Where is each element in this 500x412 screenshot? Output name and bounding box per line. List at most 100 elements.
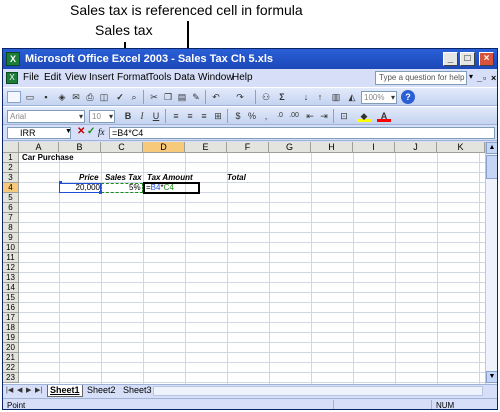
email-icon[interactable]: ✉ xyxy=(69,91,83,103)
help-search-input[interactable]: Type a question for help xyxy=(375,71,467,85)
formula-input[interactable]: =B4*C4 xyxy=(109,127,495,139)
horizontal-scrollbar[interactable] xyxy=(153,386,483,396)
row-header[interactable]: 14 xyxy=(3,283,19,293)
increase-decimal-icon[interactable]: .0 xyxy=(273,110,287,122)
menu-format[interactable]: Format xyxy=(117,72,149,83)
menu-data[interactable]: Data xyxy=(174,72,195,83)
tab-sheet1[interactable]: Sheet1 xyxy=(47,385,83,397)
tab-sheet3[interactable]: Sheet3 xyxy=(121,385,154,397)
print-icon[interactable]: ⎙ xyxy=(83,91,97,103)
menu-window[interactable]: Window xyxy=(198,72,234,83)
select-all-corner[interactable] xyxy=(3,142,19,153)
column-header-a[interactable]: A xyxy=(19,142,59,153)
row-header[interactable]: 12 xyxy=(3,263,19,273)
chevron-down-icon[interactable]: ▼ xyxy=(65,128,72,135)
cell-b4[interactable]: 20,000 xyxy=(75,183,100,193)
scroll-down-icon[interactable]: ▼ xyxy=(486,371,497,383)
decrease-indent-icon[interactable]: ⇤ xyxy=(303,110,317,122)
align-left-icon[interactable]: ≡ xyxy=(169,110,183,122)
worksheet-grid[interactable]: A B C D E F G H I J K 1 2 3 4 5 6 7 8 9 … xyxy=(3,142,485,384)
row-header[interactable]: 20 xyxy=(3,343,19,353)
hyperlink-icon[interactable]: ⚇ xyxy=(259,91,273,103)
next-sheet-icon[interactable]: ▶ xyxy=(26,386,31,394)
decrease-decimal-icon[interactable]: .00 xyxy=(287,110,301,122)
column-header-d[interactable]: D xyxy=(143,142,185,153)
column-header-j[interactable]: J xyxy=(395,142,437,153)
cell-e3[interactable]: Total xyxy=(227,173,246,183)
menu-edit[interactable]: Edit xyxy=(44,72,61,83)
cell-b3[interactable]: Price xyxy=(79,173,99,183)
row-header[interactable]: 13 xyxy=(3,273,19,283)
row-header[interactable]: 10 xyxy=(3,243,19,253)
fill-handle[interactable] xyxy=(59,181,62,184)
drawing-icon[interactable]: ◭ xyxy=(345,91,359,103)
row-header[interactable]: 7 xyxy=(3,213,19,223)
row-header[interactable]: 3 xyxy=(3,173,19,183)
cut-icon[interactable]: ✂ xyxy=(147,91,161,103)
cell-c3[interactable]: Sales Tax xyxy=(105,173,142,183)
row-header[interactable]: 19 xyxy=(3,333,19,343)
center-icon[interactable]: ≡ xyxy=(183,110,197,122)
column-header-i[interactable]: I xyxy=(353,142,395,153)
spelling-icon[interactable]: ✓ xyxy=(113,91,127,103)
column-header-k[interactable]: K xyxy=(437,142,485,153)
font-color-icon[interactable]: A xyxy=(377,110,391,122)
menu-view[interactable]: View xyxy=(65,72,87,83)
cancel-icon[interactable]: ✕ xyxy=(77,126,85,137)
close-button[interactable]: × xyxy=(479,52,494,66)
first-sheet-icon[interactable]: |◀ xyxy=(6,386,13,394)
row-header[interactable]: 6 xyxy=(3,203,19,213)
workbook-icon[interactable]: X xyxy=(6,72,18,84)
doc-close-button[interactable]: × xyxy=(491,73,496,83)
column-header-f[interactable]: F xyxy=(227,142,269,153)
menu-file[interactable]: File xyxy=(23,72,39,83)
menu-tools[interactable]: Tools xyxy=(148,72,171,83)
scroll-up-icon[interactable]: ▲ xyxy=(486,142,497,154)
doc-minimize-button[interactable]: _ xyxy=(477,73,482,83)
row-header[interactable]: 8 xyxy=(3,223,19,233)
font-name-combo[interactable]: Arial xyxy=(7,110,85,123)
open-icon[interactable]: ▭ xyxy=(23,91,37,103)
row-header[interactable]: 22 xyxy=(3,363,19,373)
save-icon[interactable]: ▪ xyxy=(39,91,53,103)
scroll-thumb[interactable] xyxy=(486,155,497,179)
sort-ascending-icon[interactable]: ↓ xyxy=(299,91,313,103)
print-preview-icon[interactable]: ◫ xyxy=(97,91,111,103)
column-header-g[interactable]: G xyxy=(269,142,311,153)
menu-insert[interactable]: Insert xyxy=(89,72,114,83)
italic-icon[interactable]: I xyxy=(135,110,149,122)
permission-icon[interactable]: ◈ xyxy=(55,91,69,103)
row-header[interactable]: 4 xyxy=(3,183,19,193)
borders-icon[interactable]: ⊡ xyxy=(337,110,351,122)
chart-wizard-icon[interactable]: ▥ xyxy=(329,91,343,103)
last-sheet-icon[interactable]: ▶| xyxy=(35,386,42,394)
row-header[interactable]: 18 xyxy=(3,323,19,333)
name-box[interactable]: IRR xyxy=(7,127,71,139)
redo-icon[interactable]: ↷ xyxy=(233,91,247,103)
percent-icon[interactable]: % xyxy=(245,110,259,122)
comma-icon[interactable]: , xyxy=(259,110,273,122)
cell-d4-formula[interactable]: =B4*C4 xyxy=(146,183,174,193)
paste-icon[interactable]: ▤ xyxy=(175,91,189,103)
doc-restore-button[interactable]: ▫ xyxy=(483,73,486,83)
row-header[interactable]: 17 xyxy=(3,313,19,323)
research-icon[interactable]: ⌕ xyxy=(127,91,141,103)
row-header[interactable]: 15 xyxy=(3,293,19,303)
new-icon[interactable] xyxy=(7,91,21,103)
column-header-e[interactable]: E xyxy=(185,142,227,153)
help-dropdown-icon[interactable]: ▾ xyxy=(469,72,473,81)
row-header[interactable]: 9 xyxy=(3,233,19,243)
row-header[interactable]: 11 xyxy=(3,253,19,263)
zoom-combo[interactable]: 100% xyxy=(361,91,397,104)
row-header[interactable]: 21 xyxy=(3,353,19,363)
currency-icon[interactable]: $ xyxy=(231,110,245,122)
font-size-combo[interactable]: 10 xyxy=(89,110,115,123)
bold-icon[interactable]: B xyxy=(121,110,135,122)
maximize-button[interactable]: □ xyxy=(460,52,475,66)
column-header-h[interactable]: H xyxy=(311,142,353,153)
sort-descending-icon[interactable]: ↑ xyxy=(313,91,327,103)
format-painter-icon[interactable]: ✎ xyxy=(189,91,203,103)
row-header[interactable]: 2 xyxy=(3,163,19,173)
menu-help[interactable]: Help xyxy=(232,72,253,83)
merge-center-icon[interactable]: ⊞ xyxy=(211,110,225,122)
